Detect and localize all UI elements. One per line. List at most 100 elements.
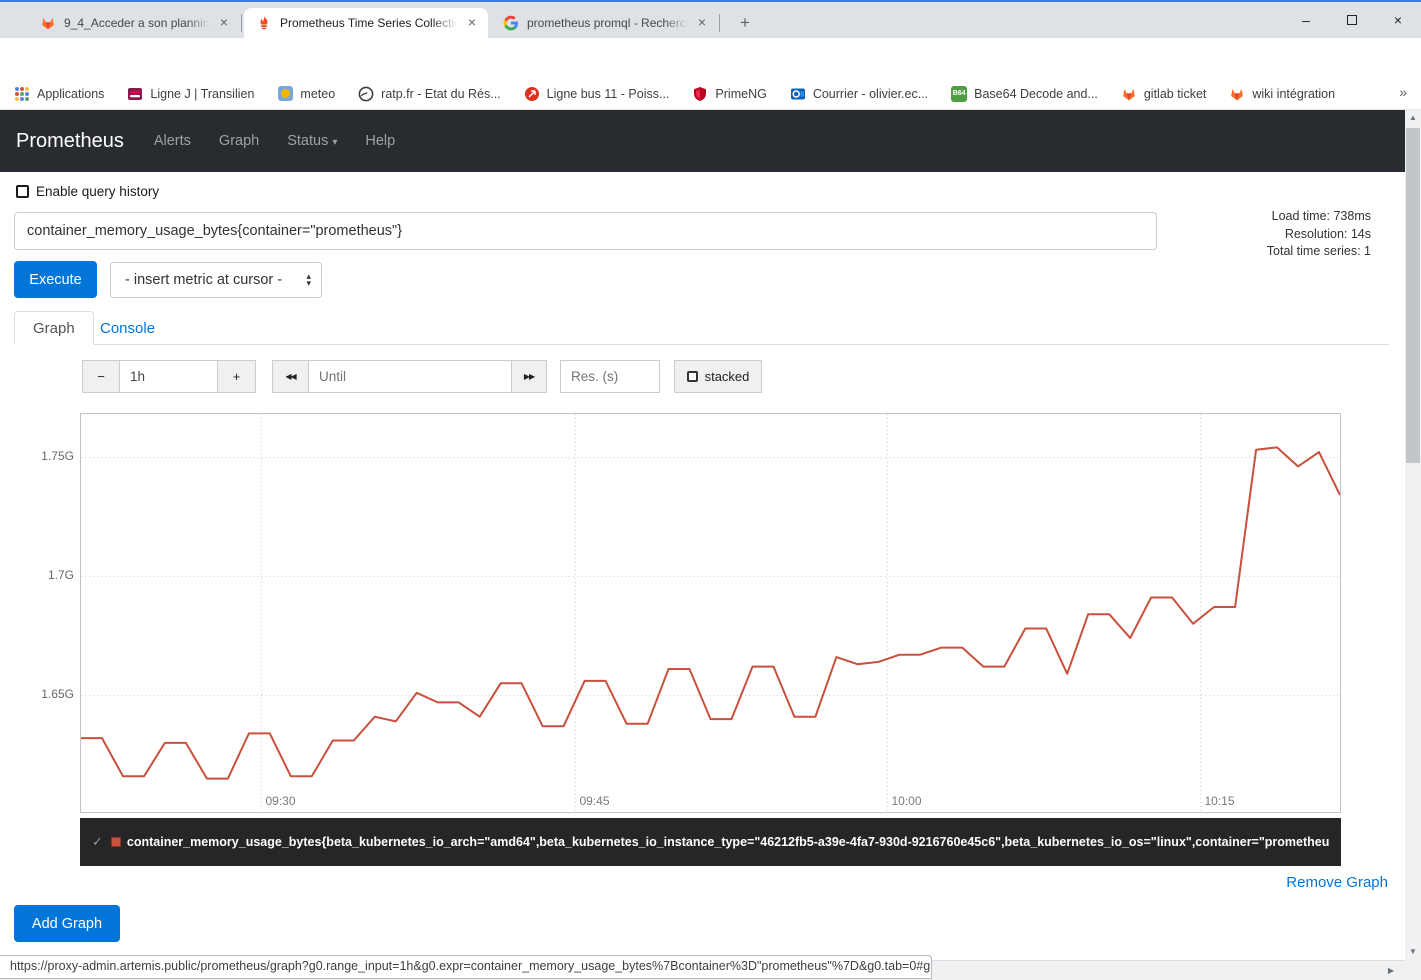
sun-icon xyxy=(277,86,293,102)
chart-plot-area[interactable]: 09:3009:4510:0010:15 xyxy=(80,413,1341,813)
google-icon xyxy=(503,15,519,31)
series-checkmark-icon[interactable]: ✓ xyxy=(92,834,103,850)
prometheus-favicon xyxy=(256,15,272,31)
bookmark-base64[interactable]: B64 Base64 Decode and... xyxy=(951,86,1098,102)
query-stats: Load time: 738ms Resolution: 14s Total t… xyxy=(1267,208,1371,261)
x-tick-label: 10:15 xyxy=(1205,794,1235,808)
bookmark-label: Base64 Decode and... xyxy=(974,87,1098,101)
time-forward-button[interactable]: ▶▶ xyxy=(511,360,547,393)
y-tick-label: 1.65G xyxy=(41,687,74,701)
bookmark-ligne-j[interactable]: Ligne J | Transilien xyxy=(127,86,254,102)
tab-close-icon[interactable]: × xyxy=(694,15,710,31)
y-tick-label: 1.7G xyxy=(48,568,74,582)
sncf-icon xyxy=(127,86,143,102)
sort-updown-icon: ▴▾ xyxy=(306,273,311,287)
bookmark-meteo[interactable]: meteo xyxy=(277,86,335,102)
add-graph-button[interactable]: Add Graph xyxy=(14,905,120,942)
bookmarks-bar: Applications Ligne J | Transilien meteo … xyxy=(0,78,1421,110)
series-label[interactable]: container_memory_usage_bytes{beta_kubern… xyxy=(127,835,1329,849)
window-minimize-button[interactable]: – xyxy=(1283,2,1329,38)
bus-line-icon xyxy=(524,86,540,102)
query-history-label: Enable query history xyxy=(36,184,159,199)
remove-graph-link[interactable]: Remove Graph xyxy=(1286,874,1388,891)
scroll-right-icon[interactable]: ▶ xyxy=(1383,963,1399,979)
status-url-bubble: https://proxy-admin.artemis.public/prome… xyxy=(0,955,932,979)
prometheus-navbar: Prometheus Alerts Graph Status▾ Help xyxy=(0,110,1405,172)
total-time-series: Total time series: 1 xyxy=(1267,243,1371,261)
series-color-swatch xyxy=(111,837,121,847)
memory-usage-chart xyxy=(81,414,1340,812)
tab-close-icon[interactable]: × xyxy=(216,15,232,31)
bookmark-label: Courrier - olivier.ec... xyxy=(813,87,928,101)
chevron-down-icon: ▾ xyxy=(332,137,337,148)
nav-item-alerts[interactable]: Alerts xyxy=(154,133,191,149)
ratp-icon xyxy=(358,86,374,102)
browser-tab-google[interactable]: prometheus promql - Recherche × xyxy=(491,8,718,38)
vertical-scrollbar-thumb[interactable] xyxy=(1406,128,1420,463)
tab-separator xyxy=(719,14,720,32)
stacked-toggle[interactable]: stacked xyxy=(674,360,762,393)
range-input[interactable] xyxy=(130,369,207,384)
stacked-checkbox[interactable] xyxy=(687,371,698,382)
bookmark-label: gitlab ticket xyxy=(1144,87,1207,101)
browser-tab-wiki[interactable]: 9_4_Acceder a son planning · Wiki × xyxy=(28,8,240,38)
nav-item-status[interactable]: Status▾ xyxy=(287,133,337,149)
apps-grid-icon xyxy=(14,86,30,102)
chart-legend[interactable]: ✓ container_memory_usage_bytes{beta_kube… xyxy=(80,818,1341,866)
window-close-button[interactable]: × xyxy=(1375,2,1421,38)
query-expression-input[interactable] xyxy=(14,212,1157,250)
shield-icon xyxy=(692,86,708,102)
prometheus-brand[interactable]: Prometheus xyxy=(16,130,124,153)
bookmark-label: PrimeNG xyxy=(715,87,766,101)
range-decrease-button[interactable]: − xyxy=(82,360,120,393)
nav-item-help[interactable]: Help xyxy=(365,133,395,149)
range-increase-button[interactable]: + xyxy=(217,360,256,393)
scroll-down-icon[interactable]: ▼ xyxy=(1405,944,1421,960)
bookmarks-overflow-icon[interactable]: » xyxy=(1399,84,1407,100)
bookmark-gitlab-ticket[interactable]: gitlab ticket xyxy=(1121,86,1207,102)
gitlab-icon xyxy=(1121,86,1137,102)
maximize-icon xyxy=(1347,15,1357,25)
y-axis-labels: 1.65G 1.7G 1.75G xyxy=(0,413,76,813)
tab-close-icon[interactable]: × xyxy=(464,15,480,31)
gitlab-icon xyxy=(40,15,56,31)
panel-tabbar: Graph Console xyxy=(14,311,1389,345)
window-maximize-button[interactable] xyxy=(1329,2,1375,38)
base64-icon: B64 xyxy=(951,86,967,102)
series-line xyxy=(81,447,1340,778)
tab-console[interactable]: Console xyxy=(82,311,173,345)
vertical-scrollbar[interactable]: ▲ ▼ xyxy=(1405,110,1421,960)
insert-metric-dropdown[interactable]: - insert metric at cursor - ▴▾ xyxy=(110,262,322,298)
query-history-checkbox[interactable] xyxy=(16,185,29,198)
tab-title: prometheus promql - Recherche xyxy=(527,16,688,30)
new-tab-button[interactable]: + xyxy=(733,12,757,36)
until-input-wrap xyxy=(308,360,512,393)
outlook-icon xyxy=(790,86,806,102)
bookmark-courrier[interactable]: Courrier - olivier.ec... xyxy=(790,86,928,102)
bookmark-primeng[interactable]: PrimeNG xyxy=(692,86,766,102)
x-tick-label: 10:00 xyxy=(892,794,922,808)
scroll-up-icon[interactable]: ▲ xyxy=(1405,110,1421,126)
execute-button[interactable]: Execute xyxy=(14,261,97,298)
bookmark-label: Ligne J | Transilien xyxy=(150,87,254,101)
bookmark-label: Ligne bus 11 - Poiss... xyxy=(547,87,670,101)
bookmark-label: Applications xyxy=(37,87,104,101)
bookmark-label: meteo xyxy=(300,87,335,101)
gitlab-icon xyxy=(1229,86,1245,102)
resolution-input[interactable] xyxy=(571,369,649,384)
until-input[interactable] xyxy=(319,369,501,384)
tab-separator xyxy=(241,14,242,32)
time-back-button[interactable]: ◀◀ xyxy=(272,360,309,393)
bookmark-wiki-integration[interactable]: wiki intégration xyxy=(1229,86,1335,102)
browser-toolbar: ← → ⟳ Non sécurisé proxy-admin.artemis.p… xyxy=(0,38,1421,78)
nav-item-graph[interactable]: Graph xyxy=(219,133,259,149)
x-tick-label: 09:30 xyxy=(266,794,296,808)
y-tick-label: 1.75G xyxy=(41,449,74,463)
bookmark-applications[interactable]: Applications xyxy=(14,86,104,102)
browser-tab-prometheus[interactable]: Prometheus Time Series Collectio × xyxy=(244,8,488,38)
page-content: Prometheus Alerts Graph Status▾ Help Ena… xyxy=(0,110,1405,960)
tab-title: 9_4_Acceder a son planning · Wiki xyxy=(64,16,210,30)
bookmark-ligne-bus-11[interactable]: Ligne bus 11 - Poiss... xyxy=(524,86,670,102)
bookmark-ratp[interactable]: ratp.fr - Etat du Rés... xyxy=(358,86,501,102)
range-input-wrap xyxy=(119,360,218,393)
